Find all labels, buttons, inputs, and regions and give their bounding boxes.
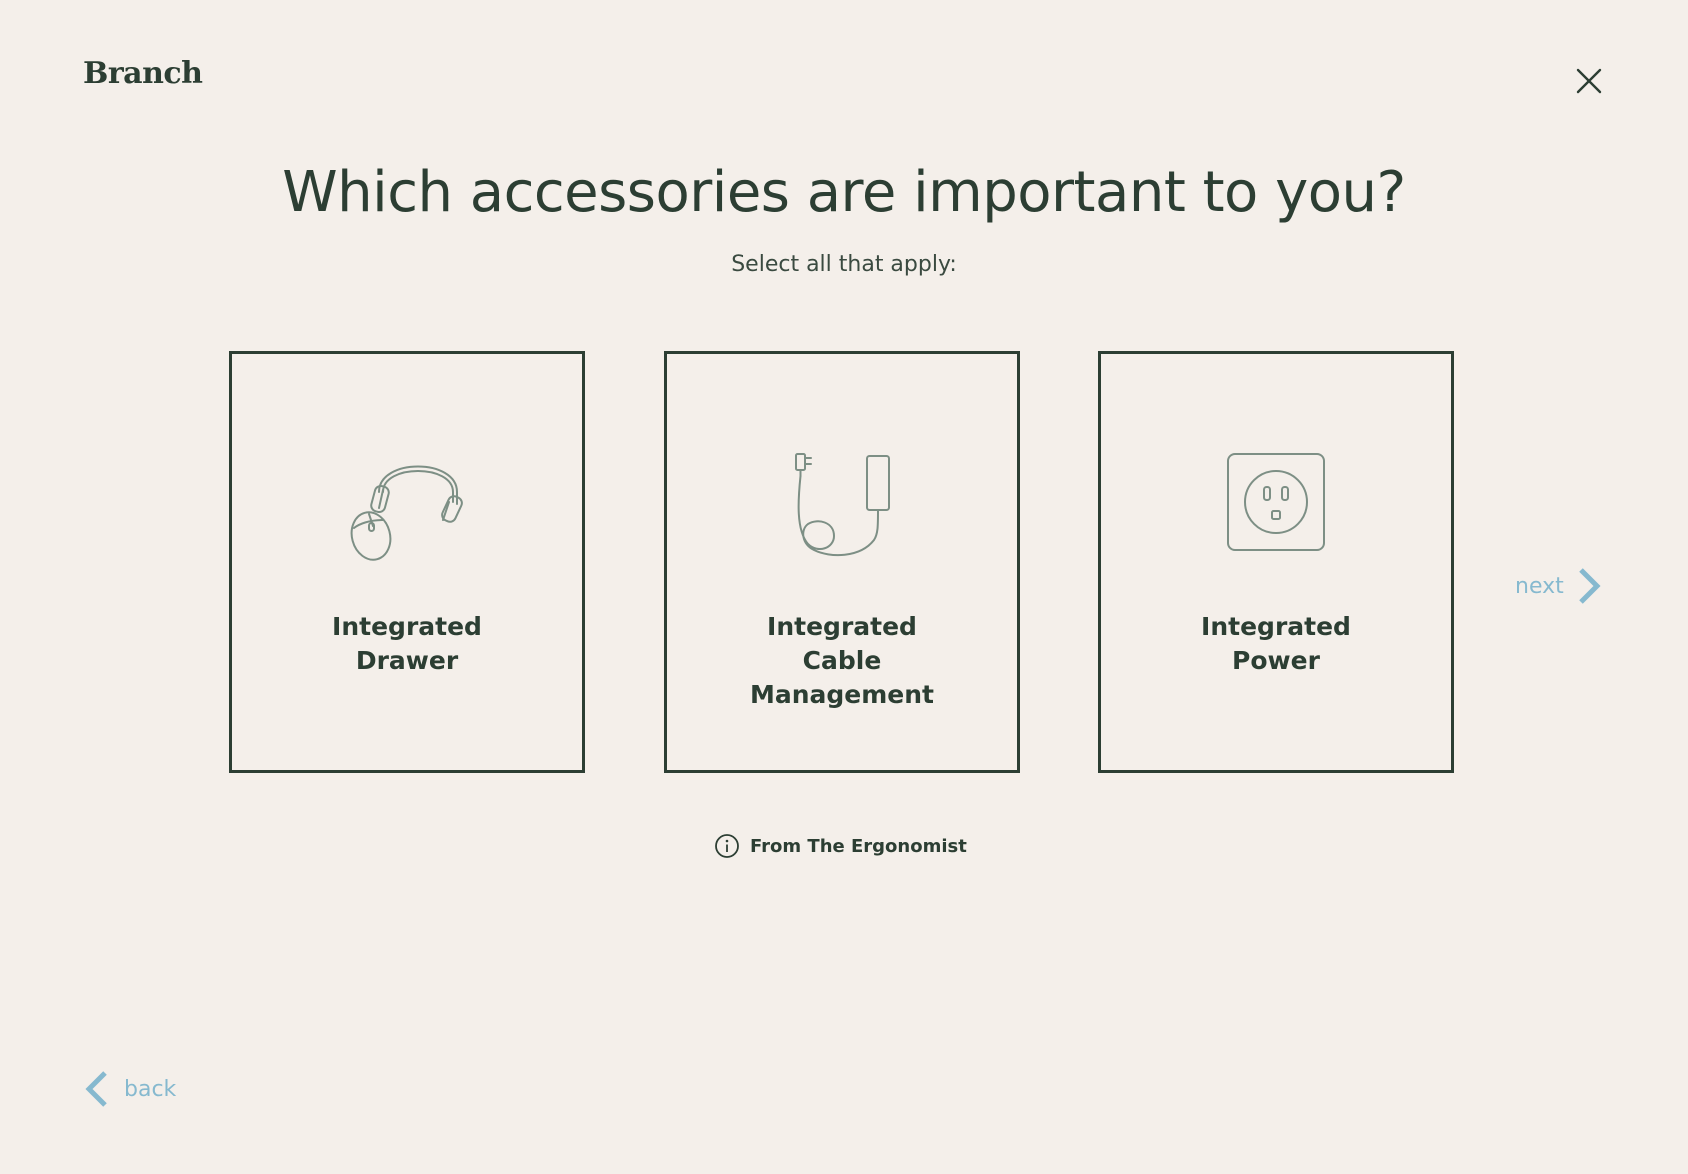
ergonomist-label: From The Ergonomist bbox=[750, 835, 967, 857]
option-card-integrated-drawer[interactable]: Integrated Drawer bbox=[229, 351, 585, 773]
option-card-integrated-cable-management[interactable]: Integrated Cable Management bbox=[664, 351, 1020, 773]
power-outlet-icon bbox=[1101, 440, 1451, 564]
option-card-integrated-power[interactable]: Integrated Power bbox=[1098, 351, 1454, 773]
back-button[interactable]: back bbox=[84, 1069, 176, 1109]
headphones-mouse-icon bbox=[232, 440, 582, 564]
info-icon bbox=[715, 834, 739, 858]
page-title: Which accessories are important to you? bbox=[282, 160, 1406, 225]
next-label: next bbox=[1515, 573, 1564, 599]
page-subtitle: Select all that apply: bbox=[731, 252, 957, 277]
brand-logo: Branch bbox=[83, 56, 203, 91]
option-label: Integrated Power bbox=[1201, 612, 1351, 675]
next-button[interactable]: next bbox=[1515, 566, 1602, 606]
close-button[interactable] bbox=[1572, 64, 1606, 98]
option-label: Integrated Drawer bbox=[332, 612, 482, 675]
cable-charger-icon bbox=[667, 440, 1017, 564]
close-icon bbox=[1576, 68, 1602, 94]
chevron-left-icon bbox=[85, 1071, 107, 1107]
ergonomist-link[interactable]: From The Ergonomist bbox=[714, 833, 967, 859]
chevron-right-icon bbox=[1578, 568, 1601, 604]
back-label: back bbox=[124, 1076, 177, 1102]
option-label: Integrated Cable Management bbox=[749, 612, 935, 709]
